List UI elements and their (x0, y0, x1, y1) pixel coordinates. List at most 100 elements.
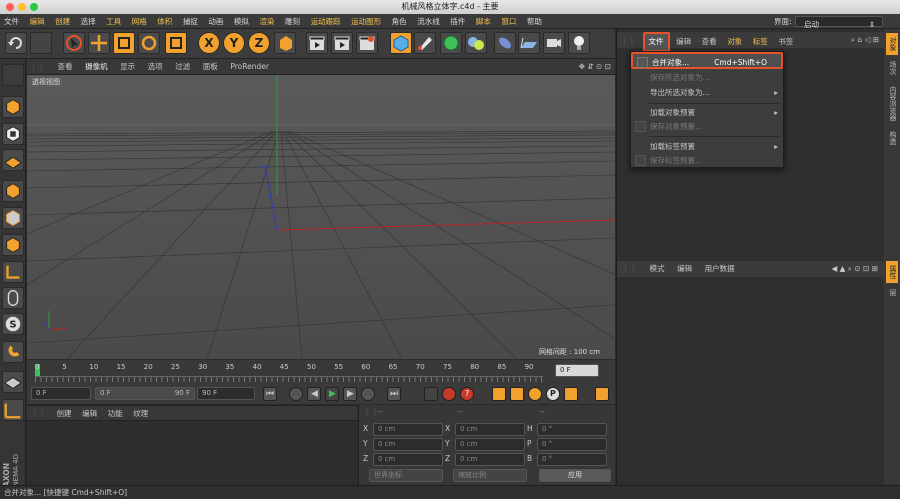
timeline-window-button[interactable] (595, 387, 609, 401)
material-menu-texture[interactable]: 纹理 (129, 406, 152, 421)
menu-item-merge-objects[interactable]: 合并对象... Cmd+Shift+O (631, 52, 783, 69)
go-to-start-button[interactable]: ⏮ (263, 387, 277, 401)
menu-pipeline[interactable]: 流水线 (413, 14, 444, 29)
menu-window[interactable]: 窗口 (497, 14, 520, 29)
live-select-button[interactable] (63, 32, 85, 54)
subdivision-button[interactable] (440, 32, 462, 54)
light-button[interactable] (568, 32, 590, 54)
attr-menu-edit[interactable]: 编辑 (672, 261, 697, 277)
om-menu-bookmarks[interactable]: 书签 (774, 34, 797, 50)
tweak-mode-button[interactable] (2, 287, 24, 309)
tab-attributes[interactable]: 属性 (886, 261, 898, 283)
menu-animate[interactable]: 动画 (204, 14, 227, 29)
y-axis-button[interactable]: Y (223, 32, 245, 54)
workplane-mode-button[interactable] (2, 149, 24, 171)
coord-value-field[interactable]: 0 cm (373, 453, 443, 466)
recent-tool-button[interactable] (165, 32, 187, 54)
menu-character[interactable]: 角色 (388, 14, 411, 29)
viewport-menu-view[interactable]: 查看 (53, 59, 78, 75)
move-tool-button[interactable] (88, 32, 110, 54)
array-button[interactable] (465, 32, 487, 54)
render-settings-button[interactable] (356, 32, 378, 54)
menu-script[interactable]: 脚本 (472, 14, 495, 29)
camera-button[interactable] (543, 32, 565, 54)
om-menu-view[interactable]: 查看 (698, 34, 721, 50)
cube-object-button[interactable] (390, 32, 412, 54)
zoom-window-button[interactable] (30, 3, 38, 11)
menu-file[interactable]: 文件 (0, 14, 23, 29)
key-scale-button[interactable] (510, 387, 524, 401)
close-window-button[interactable] (6, 3, 14, 11)
menu-edit[interactable]: 编辑 (26, 14, 49, 29)
rotate-tool-button[interactable] (138, 32, 160, 54)
deformer-button[interactable] (494, 32, 516, 54)
viewport-menu-camera[interactable]: 摄像机 (80, 59, 113, 75)
points-mode-button[interactable] (2, 180, 24, 202)
layout-select[interactable]: 启动 ⇕ (795, 16, 883, 29)
menu-simulate[interactable]: 模拟 (230, 14, 253, 29)
go-to-end-button[interactable]: ⏭ (387, 387, 401, 401)
redo-button[interactable] (30, 32, 52, 54)
om-menu-objects[interactable]: 对象 (723, 34, 746, 50)
x-axis-button[interactable]: X (198, 32, 220, 54)
menu-plugins[interactable]: 插件 (446, 14, 469, 29)
om-menu-edit[interactable]: 编辑 (672, 34, 695, 50)
coord-value-field[interactable]: 0 cm (455, 438, 525, 451)
undo-button[interactable] (5, 32, 27, 54)
menu-help[interactable]: 帮助 (523, 14, 546, 29)
start-frame-field[interactable]: 0 F (31, 387, 91, 400)
model-mode-button[interactable] (2, 96, 24, 118)
polygons-mode-button[interactable] (2, 234, 24, 256)
make-editable-button[interactable] (2, 64, 24, 86)
coord-system-select[interactable]: 世界坐标 (369, 469, 443, 482)
tab-takes[interactable]: 场次 (886, 57, 898, 79)
coord-value-field[interactable]: 0 ° (537, 453, 607, 466)
attr-menu-mode[interactable]: 模式 (645, 261, 670, 277)
material-menu-create[interactable]: 创建 (53, 406, 76, 421)
record-keys-button[interactable] (424, 387, 438, 401)
edges-mode-button[interactable] (2, 207, 24, 229)
apply-button[interactable]: 应用 (539, 469, 611, 482)
keyframe-selection-button[interactable]: ? (460, 387, 474, 401)
uv-mode-button[interactable] (2, 261, 24, 283)
tab-structure[interactable]: 构造 (886, 127, 898, 149)
coord-value-field[interactable]: 0 ° (537, 423, 607, 436)
menu-select[interactable]: 选择 (77, 14, 100, 29)
menu-mograph[interactable]: 运动图形 (347, 14, 385, 29)
scale-mode-select[interactable]: 缩放比例 (453, 469, 527, 482)
om-menu-file[interactable]: 文件 (642, 32, 670, 52)
menu-tools[interactable]: 工具 (102, 14, 125, 29)
current-frame-field[interactable]: 0 F (555, 364, 599, 377)
om-menu-tags[interactable]: 标签 (749, 34, 772, 50)
next-key-button[interactable] (361, 387, 375, 401)
pen-spline-button[interactable] (414, 32, 436, 54)
viewport-menu-filter[interactable]: 过滤 (170, 59, 195, 75)
attr-nav-icons[interactable]: ◀ ▲ ⌕ ⊙ ⊡ ⊞ (826, 261, 883, 277)
attr-menu-userdata[interactable]: 用户数据 (700, 261, 740, 277)
coord-value-field[interactable]: 0 cm (373, 423, 443, 436)
key-rotation-button[interactable] (528, 387, 542, 401)
material-menu-edit[interactable]: 编辑 (78, 406, 101, 421)
key-parameter-button[interactable]: P (546, 387, 560, 401)
viewport-menu-prorender[interactable]: ProRender (225, 59, 274, 75)
viewport-menu-options[interactable]: 选项 (143, 59, 168, 75)
autokey-button[interactable] (442, 387, 456, 401)
tab-objects[interactable]: 对象 (886, 33, 898, 55)
key-pla-button[interactable] (564, 387, 578, 401)
preview-range-slider[interactable]: 0 F 90 F (95, 387, 195, 400)
play-button[interactable]: ▶ (325, 387, 339, 401)
axis-modify-button[interactable] (2, 399, 24, 421)
menu-render[interactable]: 渲染 (255, 14, 278, 29)
solo-mode-button[interactable]: S (2, 313, 24, 335)
menu-motion-tracker[interactable]: 运动跟踪 (307, 14, 345, 29)
menu-snap[interactable]: 捕捉 (179, 14, 202, 29)
key-position-button[interactable] (492, 387, 506, 401)
workplane-lock-button[interactable] (2, 371, 24, 393)
coord-value-field[interactable]: 0 cm (373, 438, 443, 451)
end-frame-field[interactable]: 90 F (197, 387, 255, 400)
scene-floor-button[interactable] (518, 32, 540, 54)
perspective-viewport[interactable]: 透视视图 网格间距 : 100 cm (27, 75, 615, 359)
menu-item-export-selected-as[interactable]: 导出所选对象为... ▸ (631, 84, 783, 101)
previous-frame-button[interactable]: ◀ (307, 387, 321, 401)
material-menu-function[interactable]: 功能 (104, 406, 127, 421)
